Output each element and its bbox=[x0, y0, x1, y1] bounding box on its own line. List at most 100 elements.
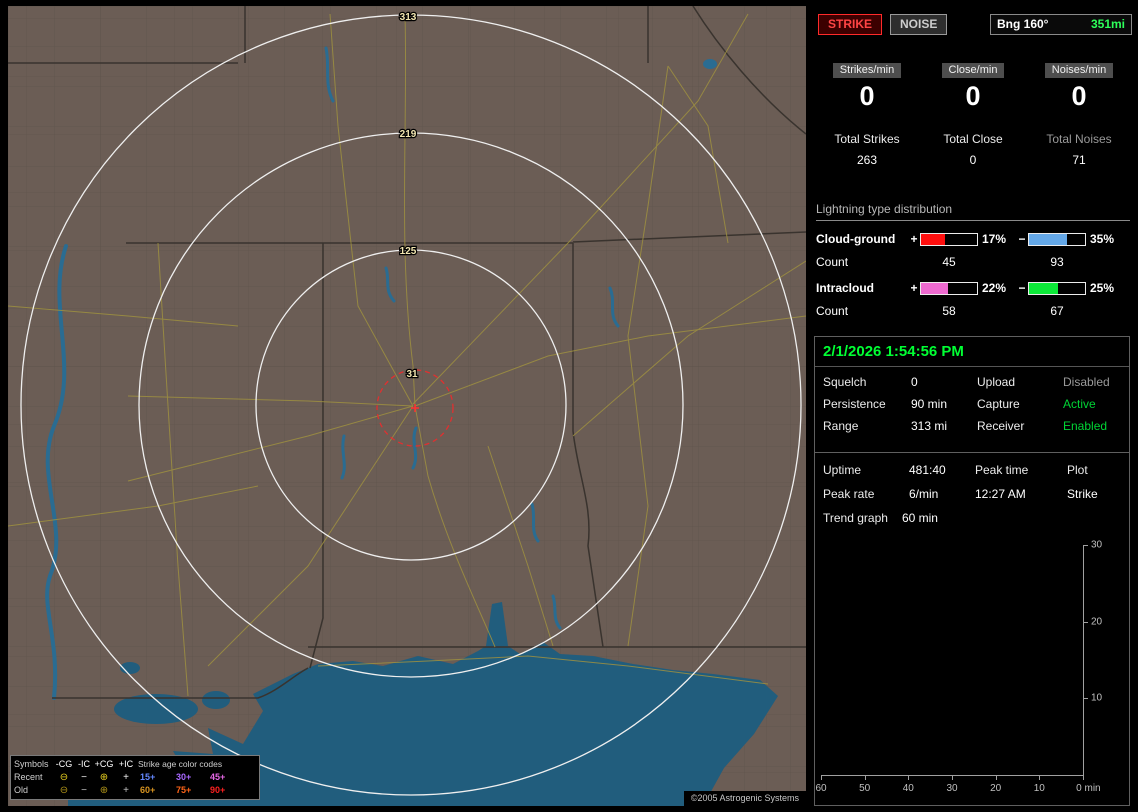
intracloud-label: Intracloud bbox=[816, 281, 875, 295]
bearing-label: Bng 160° bbox=[997, 17, 1049, 31]
intracloud-row: Intracloud + 22% − 25% bbox=[816, 278, 1130, 298]
total-close-value: 0 bbox=[969, 153, 977, 167]
age-60: 60+ bbox=[140, 785, 156, 795]
rate-counters: Strikes/min 0 Close/min 0 Noises/min 0 bbox=[814, 62, 1132, 112]
noise-mode-button[interactable]: NOISE bbox=[890, 14, 948, 35]
close-per-min-block: Close/min 0 bbox=[920, 62, 1026, 112]
cg-negative-bar-fill bbox=[1029, 233, 1068, 245]
ic-positive-bar bbox=[920, 281, 978, 295]
capture-label: Capture bbox=[977, 397, 1020, 411]
x-axis-label-10: 10 bbox=[1033, 783, 1045, 794]
upload-label: Upload bbox=[977, 375, 1016, 389]
cg-pos-recent-icon: ⊕ bbox=[99, 771, 109, 783]
legend-old-label: Old bbox=[14, 785, 29, 795]
upload-status: Disabled bbox=[1063, 375, 1110, 389]
persistence-label: Persistence bbox=[823, 397, 886, 411]
plot-value: Strike bbox=[1067, 487, 1098, 501]
ic-negative-bar bbox=[1028, 281, 1086, 295]
age-15: 15+ bbox=[140, 772, 156, 782]
x-tick bbox=[908, 775, 910, 780]
ic-pos-recent-icon: + bbox=[123, 771, 129, 783]
ic-negative-count: 67 bbox=[1050, 304, 1064, 318]
cg-count-label: Count bbox=[816, 255, 849, 269]
uptime-label: Uptime bbox=[823, 463, 862, 477]
cg-negative-bar bbox=[1028, 232, 1086, 246]
cloud-ground-label: Cloud-ground bbox=[816, 232, 896, 246]
ring-label-31: 31 bbox=[406, 369, 418, 380]
x-tick bbox=[864, 775, 866, 780]
legend-old-row: Old ⊖ − ⊕ + 60+ 75+ 90+ bbox=[14, 784, 256, 797]
receiver-status: Enabled bbox=[1063, 419, 1108, 433]
status-panel: STRIKE NOISE Bng 160° 351mi Strikes/min … bbox=[814, 6, 1132, 806]
totals-row: Total Strikes 263 Total Close 0 Total No… bbox=[814, 132, 1132, 167]
session-trend-box: Uptime 481:40 Peak time Plot Peak rate 6… bbox=[814, 452, 1130, 806]
copyright-label: ©2005 Astrogenic Systems bbox=[683, 791, 806, 806]
range-label: Range bbox=[823, 419, 859, 433]
radar-map[interactable]: 313 219 125 31 Symbols -CG -IC +CG +IC S… bbox=[8, 6, 806, 806]
total-noises-block: Total Noises 71 bbox=[1026, 132, 1132, 167]
map-legend: Symbols -CG -IC +CG +IC Strike age color… bbox=[10, 755, 260, 800]
ic-positive-pct: 22% bbox=[982, 281, 1007, 295]
capture-status: Active bbox=[1063, 397, 1096, 411]
bearing-value: 351mi bbox=[1090, 17, 1125, 31]
trend-graph-label: Trend graph bbox=[823, 511, 888, 525]
legend-symbols-header: Symbols bbox=[14, 759, 49, 769]
plot-label: Plot bbox=[1067, 463, 1088, 477]
total-noises-label: Total Noises bbox=[1046, 132, 1112, 146]
age-30: 30+ bbox=[176, 772, 192, 782]
cg-positive-pct: 17% bbox=[982, 232, 1007, 246]
strikes-per-min-value: 0 bbox=[859, 81, 875, 111]
x-tick bbox=[1039, 775, 1041, 780]
y-tick bbox=[1083, 545, 1088, 546]
x-axis-label-20: 20 bbox=[990, 783, 1002, 794]
x-axis-label-50: 50 bbox=[859, 783, 871, 794]
legend-recent-row: Recent ⊖ − ⊕ + 15+ 30+ 45+ bbox=[14, 771, 256, 784]
ic-count-label: Count bbox=[816, 304, 849, 318]
legend-col-cg-neg: -CG bbox=[55, 759, 73, 769]
trend-x-axis-labels: 60 50 40 30 20 10 0 min bbox=[815, 783, 1100, 797]
total-close-block: Total Close 0 bbox=[920, 132, 1026, 167]
x-tick bbox=[952, 775, 953, 780]
datetime-readout: 2/1/2026 1:54:56 PM bbox=[815, 343, 1129, 367]
cg-positive-count: 45 bbox=[942, 255, 956, 269]
bearing-readout: Bng 160° 351mi bbox=[990, 14, 1132, 35]
peak-time-value: 12:27 AM bbox=[975, 487, 1026, 501]
plus-sign: + bbox=[910, 232, 918, 246]
cloud-ground-row: Cloud-ground + 17% − 35% bbox=[816, 229, 1130, 249]
legend-col-ic-neg: -IC bbox=[78, 759, 90, 769]
strikes-per-min-block: Strikes/min 0 bbox=[814, 62, 920, 112]
ic-positive-bar-fill bbox=[921, 282, 948, 294]
legend-header-row: Symbols -CG -IC +CG +IC Strike age color… bbox=[14, 758, 256, 771]
map-canvas[interactable]: 313 219 125 31 bbox=[8, 6, 806, 806]
cloud-ground-count-row: Count 45 93 bbox=[816, 252, 1130, 272]
age-75: 75+ bbox=[176, 785, 192, 795]
total-close-label: Total Close bbox=[943, 132, 1003, 146]
ic-neg-recent-icon: − bbox=[81, 771, 87, 783]
strike-mode-button[interactable]: STRIKE bbox=[818, 14, 883, 35]
plus-sign: + bbox=[910, 281, 918, 295]
receiver-status-box: 2/1/2026 1:54:56 PM Squelch 0 Upload Dis… bbox=[814, 336, 1130, 454]
noises-per-min-block: Noises/min 0 bbox=[1026, 62, 1132, 112]
intracloud-count-row: Count 58 67 bbox=[816, 301, 1130, 321]
strikes-per-min-chip[interactable]: Strikes/min bbox=[832, 63, 902, 78]
x-axis-label-40: 40 bbox=[902, 783, 914, 794]
total-strikes-block: Total Strikes 263 bbox=[814, 132, 920, 167]
trend-graph-plot[interactable]: 30 20 10 bbox=[821, 540, 1102, 780]
ic-negative-pct: 25% bbox=[1090, 281, 1115, 295]
y-tick bbox=[1083, 621, 1088, 623]
close-per-min-value: 0 bbox=[965, 81, 981, 111]
settings-grid: Squelch 0 Upload Disabled Persistence 90… bbox=[815, 367, 1129, 433]
total-noises-value: 71 bbox=[1072, 153, 1086, 167]
noises-per-min-chip[interactable]: Noises/min bbox=[1044, 63, 1114, 78]
legend-col-cg-pos: +CG bbox=[94, 759, 114, 769]
close-per-min-chip[interactable]: Close/min bbox=[941, 63, 1005, 78]
ic-positive-count: 58 bbox=[942, 304, 956, 318]
noises-per-min-value: 0 bbox=[1071, 81, 1087, 111]
ring-label-313: 313 bbox=[400, 12, 417, 23]
peak-rate-label: Peak rate bbox=[823, 487, 875, 501]
y-axis-label-30: 30 bbox=[1091, 539, 1103, 551]
cg-negative-pct: 35% bbox=[1090, 232, 1115, 246]
x-tick bbox=[1083, 775, 1084, 780]
total-strikes-value: 263 bbox=[856, 153, 878, 167]
cg-neg-recent-icon: ⊖ bbox=[59, 771, 69, 783]
